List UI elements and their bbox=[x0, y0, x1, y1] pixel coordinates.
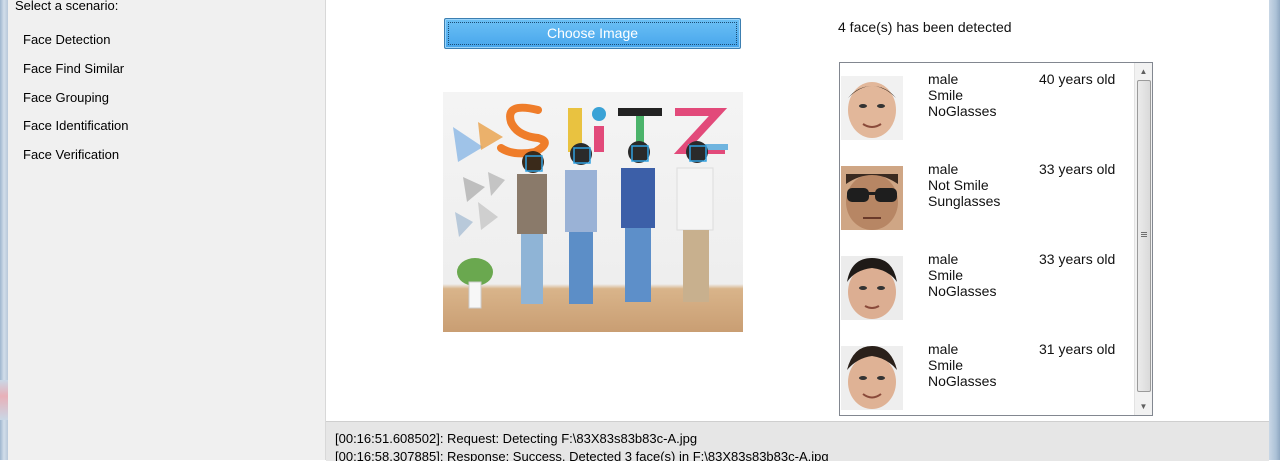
face-thumbnail-2 bbox=[841, 166, 903, 230]
face-glasses: NoGlasses bbox=[928, 373, 997, 389]
scroll-up-arrow-icon[interactable]: ▲ bbox=[1135, 63, 1152, 80]
log-line: [00:16:58.307885]: Response: Success. De… bbox=[335, 449, 829, 461]
face-thumbnail-3 bbox=[841, 256, 903, 320]
face-list-item[interactable]: male Not Smile Sunglasses 33 years old bbox=[841, 153, 1136, 243]
face-gender: male bbox=[928, 71, 959, 87]
grip-icon bbox=[1141, 234, 1147, 235]
band-photo-image bbox=[453, 103, 728, 309]
face-gender: male bbox=[928, 341, 959, 357]
choose-image-button[interactable]: Choose Image bbox=[444, 18, 741, 49]
face-attributes: male Smile NoGlasses bbox=[928, 71, 996, 119]
face-age: 40 years old bbox=[1039, 71, 1116, 87]
face-age: 33 years old bbox=[1039, 161, 1116, 177]
face-glasses: NoGlasses bbox=[928, 103, 997, 119]
detected-faces-list[interactable]: male Smile NoGlasses 40 years old male N… bbox=[839, 62, 1153, 416]
scenario-face-detection[interactable]: Face Detection bbox=[23, 32, 110, 47]
face-age: 33 years old bbox=[1039, 251, 1116, 267]
scenario-face-verification[interactable]: Face Verification bbox=[23, 147, 119, 162]
face-smile: Not Smile bbox=[928, 177, 989, 193]
scroll-thumb[interactable] bbox=[1137, 80, 1151, 392]
face-gender: male bbox=[928, 251, 959, 267]
face-gender: male bbox=[928, 161, 959, 177]
detected-count-text: 4 face(s) has been detected bbox=[838, 19, 1012, 35]
face-glasses: Sunglasses bbox=[928, 193, 1001, 209]
log-panel: [00:16:51.608502]: Request: Detecting F:… bbox=[326, 421, 1269, 461]
face-list-item[interactable]: male Smile NoGlasses 31 years old bbox=[841, 333, 1136, 415]
face-attributes: male Not Smile Sunglasses bbox=[928, 161, 1000, 209]
face-attributes: male Smile NoGlasses bbox=[928, 341, 996, 389]
uploaded-photo bbox=[443, 92, 743, 332]
frame-accent bbox=[0, 380, 8, 420]
face-glasses: NoGlasses bbox=[928, 283, 997, 299]
scenario-heading: Select a scenario: bbox=[15, 0, 119, 13]
face-smile: Smile bbox=[928, 357, 964, 373]
face-list-item[interactable]: male Smile NoGlasses 33 years old bbox=[841, 243, 1136, 333]
face-smile: Smile bbox=[928, 267, 964, 283]
face-smile: Smile bbox=[928, 87, 964, 103]
scroll-down-arrow-icon[interactable]: ▼ bbox=[1135, 398, 1152, 415]
focus-rect bbox=[448, 22, 737, 45]
grip-icon bbox=[1141, 236, 1147, 237]
scenario-face-find-similar[interactable]: Face Find Similar bbox=[23, 61, 124, 76]
scenario-face-grouping[interactable]: Face Grouping bbox=[23, 90, 109, 105]
face-age: 31 years old bbox=[1039, 341, 1116, 357]
scenario-face-identification[interactable]: Face Identification bbox=[23, 118, 129, 133]
scenario-sidebar: Select a scenario: Face Detection Face F… bbox=[8, 0, 326, 460]
face-list-item[interactable]: male Smile NoGlasses 40 years old bbox=[841, 63, 1136, 153]
window-frame-right bbox=[1269, 0, 1280, 460]
log-line: [00:16:51.608502]: Request: Detecting F:… bbox=[335, 431, 698, 446]
main-panel: Choose Image 4 face(s) has been detected bbox=[326, 0, 1269, 460]
faces-scrollbar[interactable]: ▲ ▼ bbox=[1134, 63, 1152, 415]
face-attributes: male Smile NoGlasses bbox=[928, 251, 996, 299]
window-frame-left bbox=[0, 0, 8, 460]
grip-icon bbox=[1141, 232, 1147, 233]
face-thumbnail-4 bbox=[841, 346, 903, 410]
face-thumbnail-1 bbox=[841, 76, 903, 140]
